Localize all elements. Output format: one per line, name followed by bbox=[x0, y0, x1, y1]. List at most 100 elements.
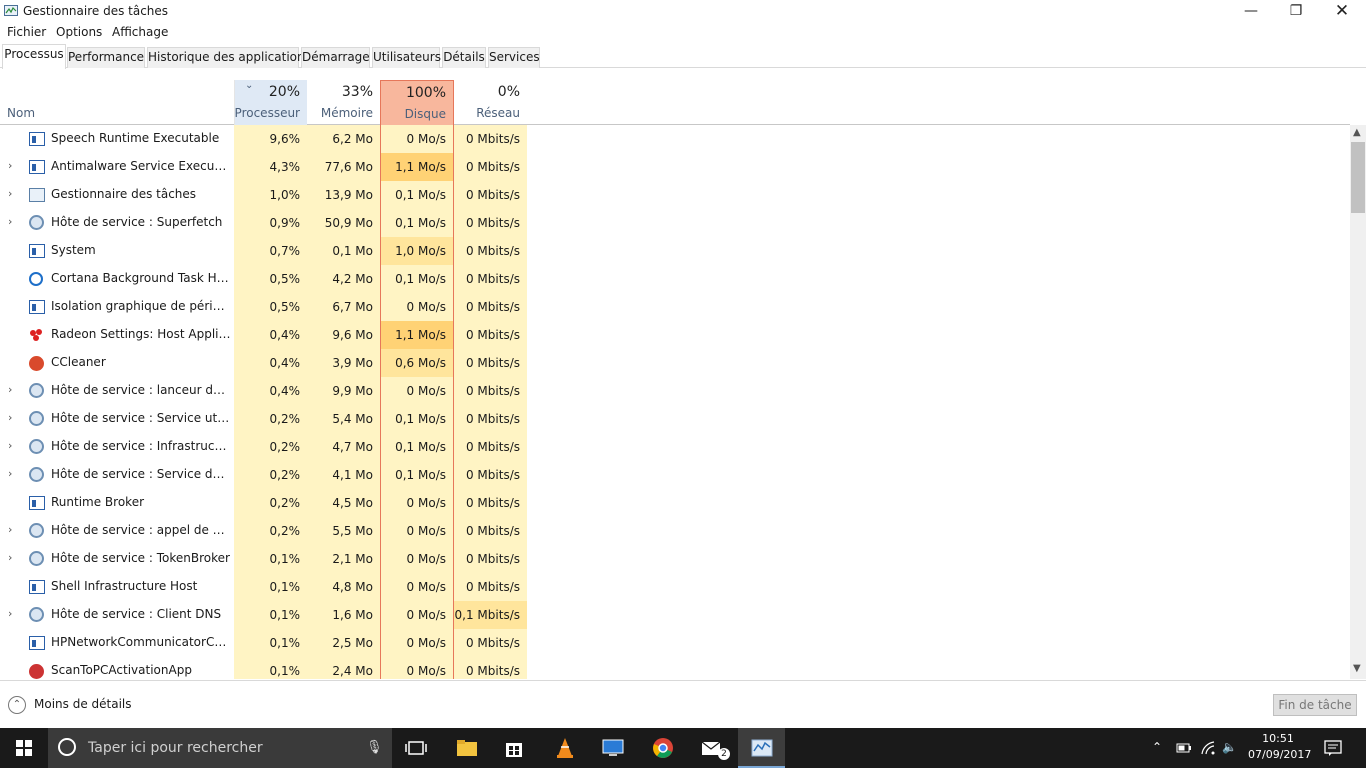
network-value: 0 Mbits/s bbox=[465, 468, 520, 482]
process-row[interactable]: Shell Infrastructure Host 0,1% 4,8 Mo 0 Mo/… bbox=[0, 573, 1350, 601]
process-row[interactable]: System 0,7% 0,1 Mo 1,0 Mo/s 0 Mbits/s bbox=[0, 237, 1350, 265]
less-details-link[interactable]: Moins de détails bbox=[34, 697, 132, 711]
scroll-down-icon[interactable]: ▼ bbox=[1353, 663, 1361, 674]
tab-utilisateurs[interactable]: Utilisateurs bbox=[372, 47, 441, 68]
menu-options[interactable]: Options bbox=[56, 25, 102, 39]
process-row[interactable]: › Hôte de service : TokenBroker 0,1% 2,1 Mo… bbox=[0, 545, 1350, 573]
scroll-thumb[interactable] bbox=[1351, 142, 1365, 213]
process-row[interactable]: HPNetworkCommunicatorCom 0,1% 2,5 Mo 0 Mo/s… bbox=[0, 629, 1350, 657]
process-name: ScanToPCActivationApp bbox=[51, 663, 192, 677]
cpu-value: 9,6% bbox=[269, 132, 301, 146]
minimize-button[interactable]: — bbox=[1228, 0, 1274, 24]
cpu-label: Processeur bbox=[234, 106, 300, 120]
window-icon bbox=[29, 636, 45, 650]
column-name[interactable]: Nom bbox=[7, 106, 35, 120]
wifi-icon[interactable] bbox=[1200, 740, 1216, 756]
file-explorer-icon[interactable] bbox=[455, 736, 479, 760]
window-icon bbox=[29, 132, 45, 146]
process-row[interactable]: Runtime Broker 0,2% 4,5 Mo 0 Mo/s 0 Mbits/s bbox=[0, 489, 1350, 517]
start-button[interactable] bbox=[0, 728, 48, 768]
volume-icon[interactable]: 🔈 bbox=[1222, 740, 1237, 754]
vlc-icon[interactable] bbox=[553, 736, 577, 760]
battery-icon[interactable] bbox=[1174, 741, 1192, 755]
chevron-up-icon[interactable]: ⌃ bbox=[8, 696, 26, 714]
memory-value: 5,5 Mo bbox=[332, 524, 373, 538]
process-row[interactable]: Speech Runtime Executable 9,6% 6,2 Mo 0 Mo/… bbox=[0, 125, 1350, 153]
process-row[interactable]: › Hôte de service : Service de tran... 0,2… bbox=[0, 461, 1350, 489]
process-row[interactable]: › Hôte de service : lanceur de pro... 0,4%… bbox=[0, 377, 1350, 405]
network-label: Réseau bbox=[476, 106, 520, 120]
menu-affichage[interactable]: Affichage bbox=[112, 25, 168, 39]
process-row[interactable]: Isolation graphique de périphéri... 0,5% 6… bbox=[0, 293, 1350, 321]
network-value: 0 Mbits/s bbox=[465, 356, 520, 370]
memory-value: 2,1 Mo bbox=[332, 552, 373, 566]
tab-performance[interactable]: Performance bbox=[67, 47, 145, 68]
network-value: 0 Mbits/s bbox=[465, 664, 520, 678]
process-row[interactable]: CCleaner 0,4% 3,9 Mo 0,6 Mo/s 0 Mbits/s bbox=[0, 349, 1350, 377]
taskbar-task-manager[interactable] bbox=[738, 728, 785, 768]
expand-chevron-icon[interactable]: › bbox=[8, 439, 12, 452]
process-row[interactable]: › Gestionnaire des tâches 1,0% 13,9 Mo 0,1 M… bbox=[0, 181, 1350, 209]
expand-chevron-icon[interactable]: › bbox=[8, 607, 12, 620]
process-row[interactable]: Cortana Background Task Host 0,5% 4,2 Mo 0,… bbox=[0, 265, 1350, 293]
process-row[interactable]: Radeon Settings: Host Applicati... 0,4% 9,… bbox=[0, 321, 1350, 349]
process-row[interactable]: › Hôte de service : Infrastructure ... 0,2… bbox=[0, 433, 1350, 461]
process-row[interactable]: › Hôte de service : Superfetch 0,9% 50,9 Mo… bbox=[0, 209, 1350, 237]
expand-chevron-icon[interactable]: › bbox=[8, 215, 12, 228]
remote-desktop-icon[interactable] bbox=[601, 736, 625, 760]
expand-chevron-icon[interactable]: › bbox=[8, 551, 12, 564]
expand-chevron-icon[interactable]: › bbox=[8, 159, 12, 172]
tab-processus[interactable]: Processus bbox=[2, 44, 66, 69]
window-icon bbox=[29, 496, 45, 510]
vertical-scrollbar[interactable]: ▲ ▼ bbox=[1350, 125, 1366, 679]
disk-value: 0 Mo/s bbox=[406, 300, 446, 314]
disk-value: 0 Mo/s bbox=[406, 496, 446, 510]
chevron-up-tray-icon[interactable]: ⌃ bbox=[1152, 740, 1162, 754]
process-name: Shell Infrastructure Host bbox=[51, 579, 198, 593]
cpu-value: 0,9% bbox=[269, 216, 301, 230]
task-view-icon[interactable] bbox=[404, 736, 428, 760]
disk-value: 0 Mo/s bbox=[406, 524, 446, 538]
end-task-button[interactable]: Fin de tâche bbox=[1273, 694, 1357, 716]
clock-date: 07/09/2017 bbox=[1248, 748, 1312, 761]
memory-value: 0,1 Mo bbox=[332, 244, 373, 258]
tab-historique[interactable]: Historique des applications bbox=[147, 47, 311, 68]
taskbar-search[interactable]: Taper ici pour rechercher 🎙 bbox=[48, 728, 392, 768]
process-name: Hôte de service : Client DNS bbox=[51, 607, 222, 621]
process-row[interactable]: ScanToPCActivationApp 0,1% 2,4 Mo 0 Mo/s 0 M… bbox=[0, 657, 1350, 679]
store-icon[interactable] bbox=[502, 736, 526, 760]
action-center-icon[interactable] bbox=[1324, 739, 1342, 757]
microphone-icon[interactable]: 🎙 bbox=[366, 740, 383, 755]
expand-chevron-icon[interactable]: › bbox=[8, 187, 12, 200]
memory-label: Mémoire bbox=[320, 106, 373, 120]
taskbar-clock[interactable]: 10:51 07/09/2017 bbox=[1248, 731, 1312, 763]
scroll-up-icon[interactable]: ▲ bbox=[1353, 127, 1361, 138]
sort-down-icon: ⌄ bbox=[245, 80, 254, 91]
expand-chevron-icon[interactable]: › bbox=[8, 467, 12, 480]
disk-total: 100% bbox=[405, 85, 446, 101]
close-button[interactable]: ✕ bbox=[1319, 0, 1365, 24]
column-cpu[interactable]: ⌄ 20% Processeur bbox=[234, 80, 307, 125]
column-network[interactable]: 0% Réseau bbox=[454, 80, 527, 125]
process-row[interactable]: › Hôte de service : Service utilisat... 0,… bbox=[0, 405, 1350, 433]
memory-value: 1,6 Mo bbox=[332, 608, 373, 622]
process-row[interactable]: › Hôte de service : Client DNS 0,1% 1,6 Mo 0… bbox=[0, 601, 1350, 629]
process-row[interactable]: › Hôte de service : appel de procé... 0,2%… bbox=[0, 517, 1350, 545]
expand-chevron-icon[interactable]: › bbox=[8, 411, 12, 424]
tab-services[interactable]: Services bbox=[488, 47, 540, 68]
expand-chevron-icon[interactable]: › bbox=[8, 523, 12, 536]
network-value: 0 Mbits/s bbox=[465, 496, 520, 510]
memory-value: 4,5 Mo bbox=[332, 496, 373, 510]
process-row[interactable]: › Antimalware Service Executable 4,3% 77,6 … bbox=[0, 153, 1350, 181]
maximize-button[interactable]: ❐ bbox=[1273, 0, 1319, 24]
chrome-icon[interactable] bbox=[651, 736, 675, 760]
network-total: 0% bbox=[497, 84, 520, 100]
column-memory[interactable]: 33% Mémoire bbox=[307, 80, 380, 125]
menu-fichier[interactable]: Fichier bbox=[7, 25, 46, 39]
tab-details[interactable]: Détails bbox=[442, 47, 486, 68]
gear-icon bbox=[29, 215, 44, 230]
expand-chevron-icon[interactable]: › bbox=[8, 383, 12, 396]
network-value: 0,1 Mbits/s bbox=[454, 601, 527, 629]
tab-demarrage[interactable]: Démarrage bbox=[301, 47, 370, 68]
column-disk[interactable]: 100% Disque bbox=[380, 80, 454, 125]
